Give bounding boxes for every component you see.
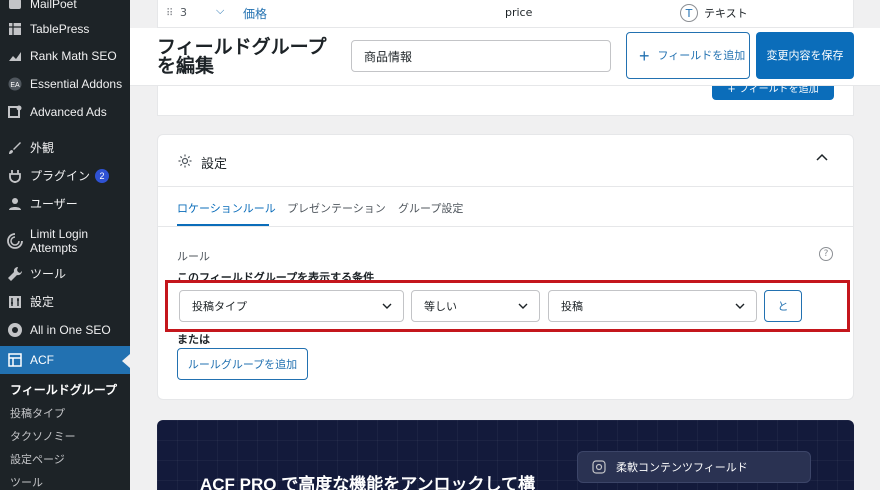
- aioseo-icon: [6, 321, 24, 339]
- rule-value-select[interactable]: 投稿: [548, 290, 757, 322]
- settings-title: 設定: [201, 156, 228, 171]
- rule-operator-select[interactable]: 等しい: [411, 290, 540, 322]
- essential-addons-icon: EA: [6, 75, 24, 93]
- flexible-content-icon: [592, 460, 606, 474]
- sidebar-item-label: ツール: [30, 267, 67, 281]
- fields-footer: + フィールドを追加: [157, 84, 854, 116]
- chevron-down-icon: [735, 303, 745, 309]
- acf-icon: [6, 351, 24, 369]
- tab-presentation[interactable]: プレゼンテーション: [287, 200, 386, 216]
- submenu-options-pages[interactable]: 設定ページ: [0, 451, 130, 467]
- promo-feature-card[interactable]: 柔軟コンテンツフィールド: [577, 451, 811, 483]
- help-icon[interactable]: ?: [819, 247, 833, 261]
- promo-card-label: 柔軟コンテンツフィールド: [616, 461, 748, 474]
- settings-header[interactable]: 設定: [158, 135, 853, 187]
- mailpoet-icon: [6, 0, 24, 13]
- plugin-icon: [6, 167, 24, 185]
- chevron-down-icon: [382, 303, 392, 309]
- sidebar-item-label: All in One SEO: [30, 323, 111, 337]
- sidebar-item-appearance[interactable]: 外観: [0, 138, 130, 158]
- tab-group-settings[interactable]: グループ設定: [398, 200, 463, 216]
- sidebar-item-label: 設定: [30, 295, 55, 309]
- add-field-label: フィールドを追加: [657, 49, 746, 62]
- field-order-number: 3: [180, 6, 187, 19]
- limit-login-icon: [6, 232, 24, 250]
- gear-icon: [178, 154, 192, 168]
- field-name: price: [505, 6, 533, 19]
- brush-icon: [6, 139, 24, 157]
- sidebar-item-plugins[interactable]: プラグイン 2: [0, 166, 130, 186]
- sidebar-item-label: ユーザー: [30, 197, 78, 211]
- settings-icon: [6, 293, 24, 311]
- sidebar-item-advanced-ads[interactable]: Advanced Ads: [0, 102, 130, 122]
- sidebar-item-label: 外観: [30, 141, 55, 155]
- field-group-title-input[interactable]: [351, 40, 611, 72]
- add-field-button-bottom[interactable]: + フィールドを追加: [712, 84, 834, 100]
- sidebar-item-tablepress[interactable]: TablePress: [0, 19, 130, 39]
- condition-label: このフィールドグループを表示する条件: [177, 271, 375, 284]
- sidebar-item-tools[interactable]: ツール: [0, 264, 130, 284]
- sidebar-item-users[interactable]: ユーザー: [0, 194, 130, 214]
- sidebar-item-aioseo[interactable]: All in One SEO: [0, 320, 130, 340]
- user-icon: [6, 195, 24, 213]
- svg-text:EA: EA: [10, 82, 20, 89]
- chevron-up-icon[interactable]: [815, 151, 829, 165]
- sidebar-item-label: Rank Math SEO: [30, 49, 117, 63]
- active-tab-indicator: [177, 224, 269, 226]
- wrench-icon: [6, 265, 24, 283]
- tablepress-icon: [6, 20, 24, 38]
- add-rule-group-button[interactable]: ルールグループを追加: [177, 348, 308, 380]
- sidebar-item-acf[interactable]: ACF: [0, 346, 130, 374]
- page-title: フィールドグループを編集: [157, 37, 327, 77]
- plus-icon: +: [639, 45, 650, 66]
- sidebar-item-rankmath[interactable]: Rank Math SEO: [0, 46, 130, 66]
- submenu-tools[interactable]: ツール: [0, 474, 130, 490]
- submenu-field-groups[interactable]: フィールドグループ: [0, 381, 130, 398]
- update-count-badge: 2: [95, 169, 110, 183]
- sidebar-item-label: Advanced Ads: [30, 105, 107, 119]
- field-row[interactable]: ⠿ 3 ⌵ 価格 price T テキスト: [157, 0, 854, 28]
- field-label-link[interactable]: 価格: [243, 5, 267, 22]
- chevron-down-icon[interactable]: ⌵: [216, 4, 224, 18]
- drag-handle-icon[interactable]: ⠿: [166, 8, 173, 19]
- rankmath-icon: [6, 47, 24, 65]
- submenu-post-types[interactable]: 投稿タイプ: [0, 405, 130, 421]
- rule-operator-value: 等しい: [424, 301, 457, 313]
- text-type-icon: T: [680, 4, 698, 22]
- add-field-button[interactable]: + フィールドを追加: [626, 32, 750, 79]
- settings-tabs: ロケーションルール プレゼンテーション グループ設定: [158, 187, 853, 227]
- save-changes-button[interactable]: 変更内容を保存: [756, 32, 854, 79]
- rule-value-value: 投稿: [561, 301, 583, 313]
- sidebar-item-mailpoet[interactable]: MailPoet: [0, 0, 130, 14]
- rules-label: ルール: [177, 250, 210, 263]
- sidebar-item-limit-login[interactable]: Limit Login Attempts: [0, 226, 130, 256]
- edit-header: フィールドグループを編集 + フィールドを追加 変更内容を保存: [130, 28, 880, 86]
- or-label: または: [177, 333, 210, 346]
- settings-panel: 設定 ロケーションルール プレゼンテーション グループ設定 ルール ? このフィ…: [157, 134, 854, 400]
- sidebar-item-label: ACF: [30, 353, 54, 367]
- sidebar-item-settings[interactable]: 設定: [0, 292, 130, 312]
- chevron-down-icon: [518, 303, 528, 309]
- sidebar-item-label: Essential Addons: [30, 77, 123, 91]
- add-and-rule-button[interactable]: と: [764, 290, 802, 322]
- advanced-ads-icon: [6, 103, 24, 121]
- sidebar-item-essential-addons[interactable]: EA Essential Addons: [0, 74, 130, 94]
- tab-location-rules[interactable]: ロケーションルール: [177, 200, 276, 216]
- sidebar-item-label: MailPoet: [30, 0, 77, 11]
- promo-title: ACF PRO で高度な機能をアンロックして構: [200, 475, 536, 490]
- submenu-taxonomies[interactable]: タクソノミー: [0, 428, 130, 444]
- rule-param-value: 投稿タイプ: [192, 301, 247, 313]
- sidebar-item-label: プラグイン: [30, 169, 91, 183]
- sidebar-item-label: TablePress: [30, 22, 90, 36]
- admin-sidebar: MailPoet TablePress Rank Math SEO EA Ess…: [0, 0, 130, 490]
- rule-param-select[interactable]: 投稿タイプ: [179, 290, 404, 322]
- acf-pro-promo: ACF PRO で高度な機能をアンロックして構 柔軟コンテンツフィールド: [157, 420, 854, 490]
- field-type: テキスト: [704, 7, 748, 20]
- sidebar-item-label: Limit Login Attempts: [30, 227, 89, 255]
